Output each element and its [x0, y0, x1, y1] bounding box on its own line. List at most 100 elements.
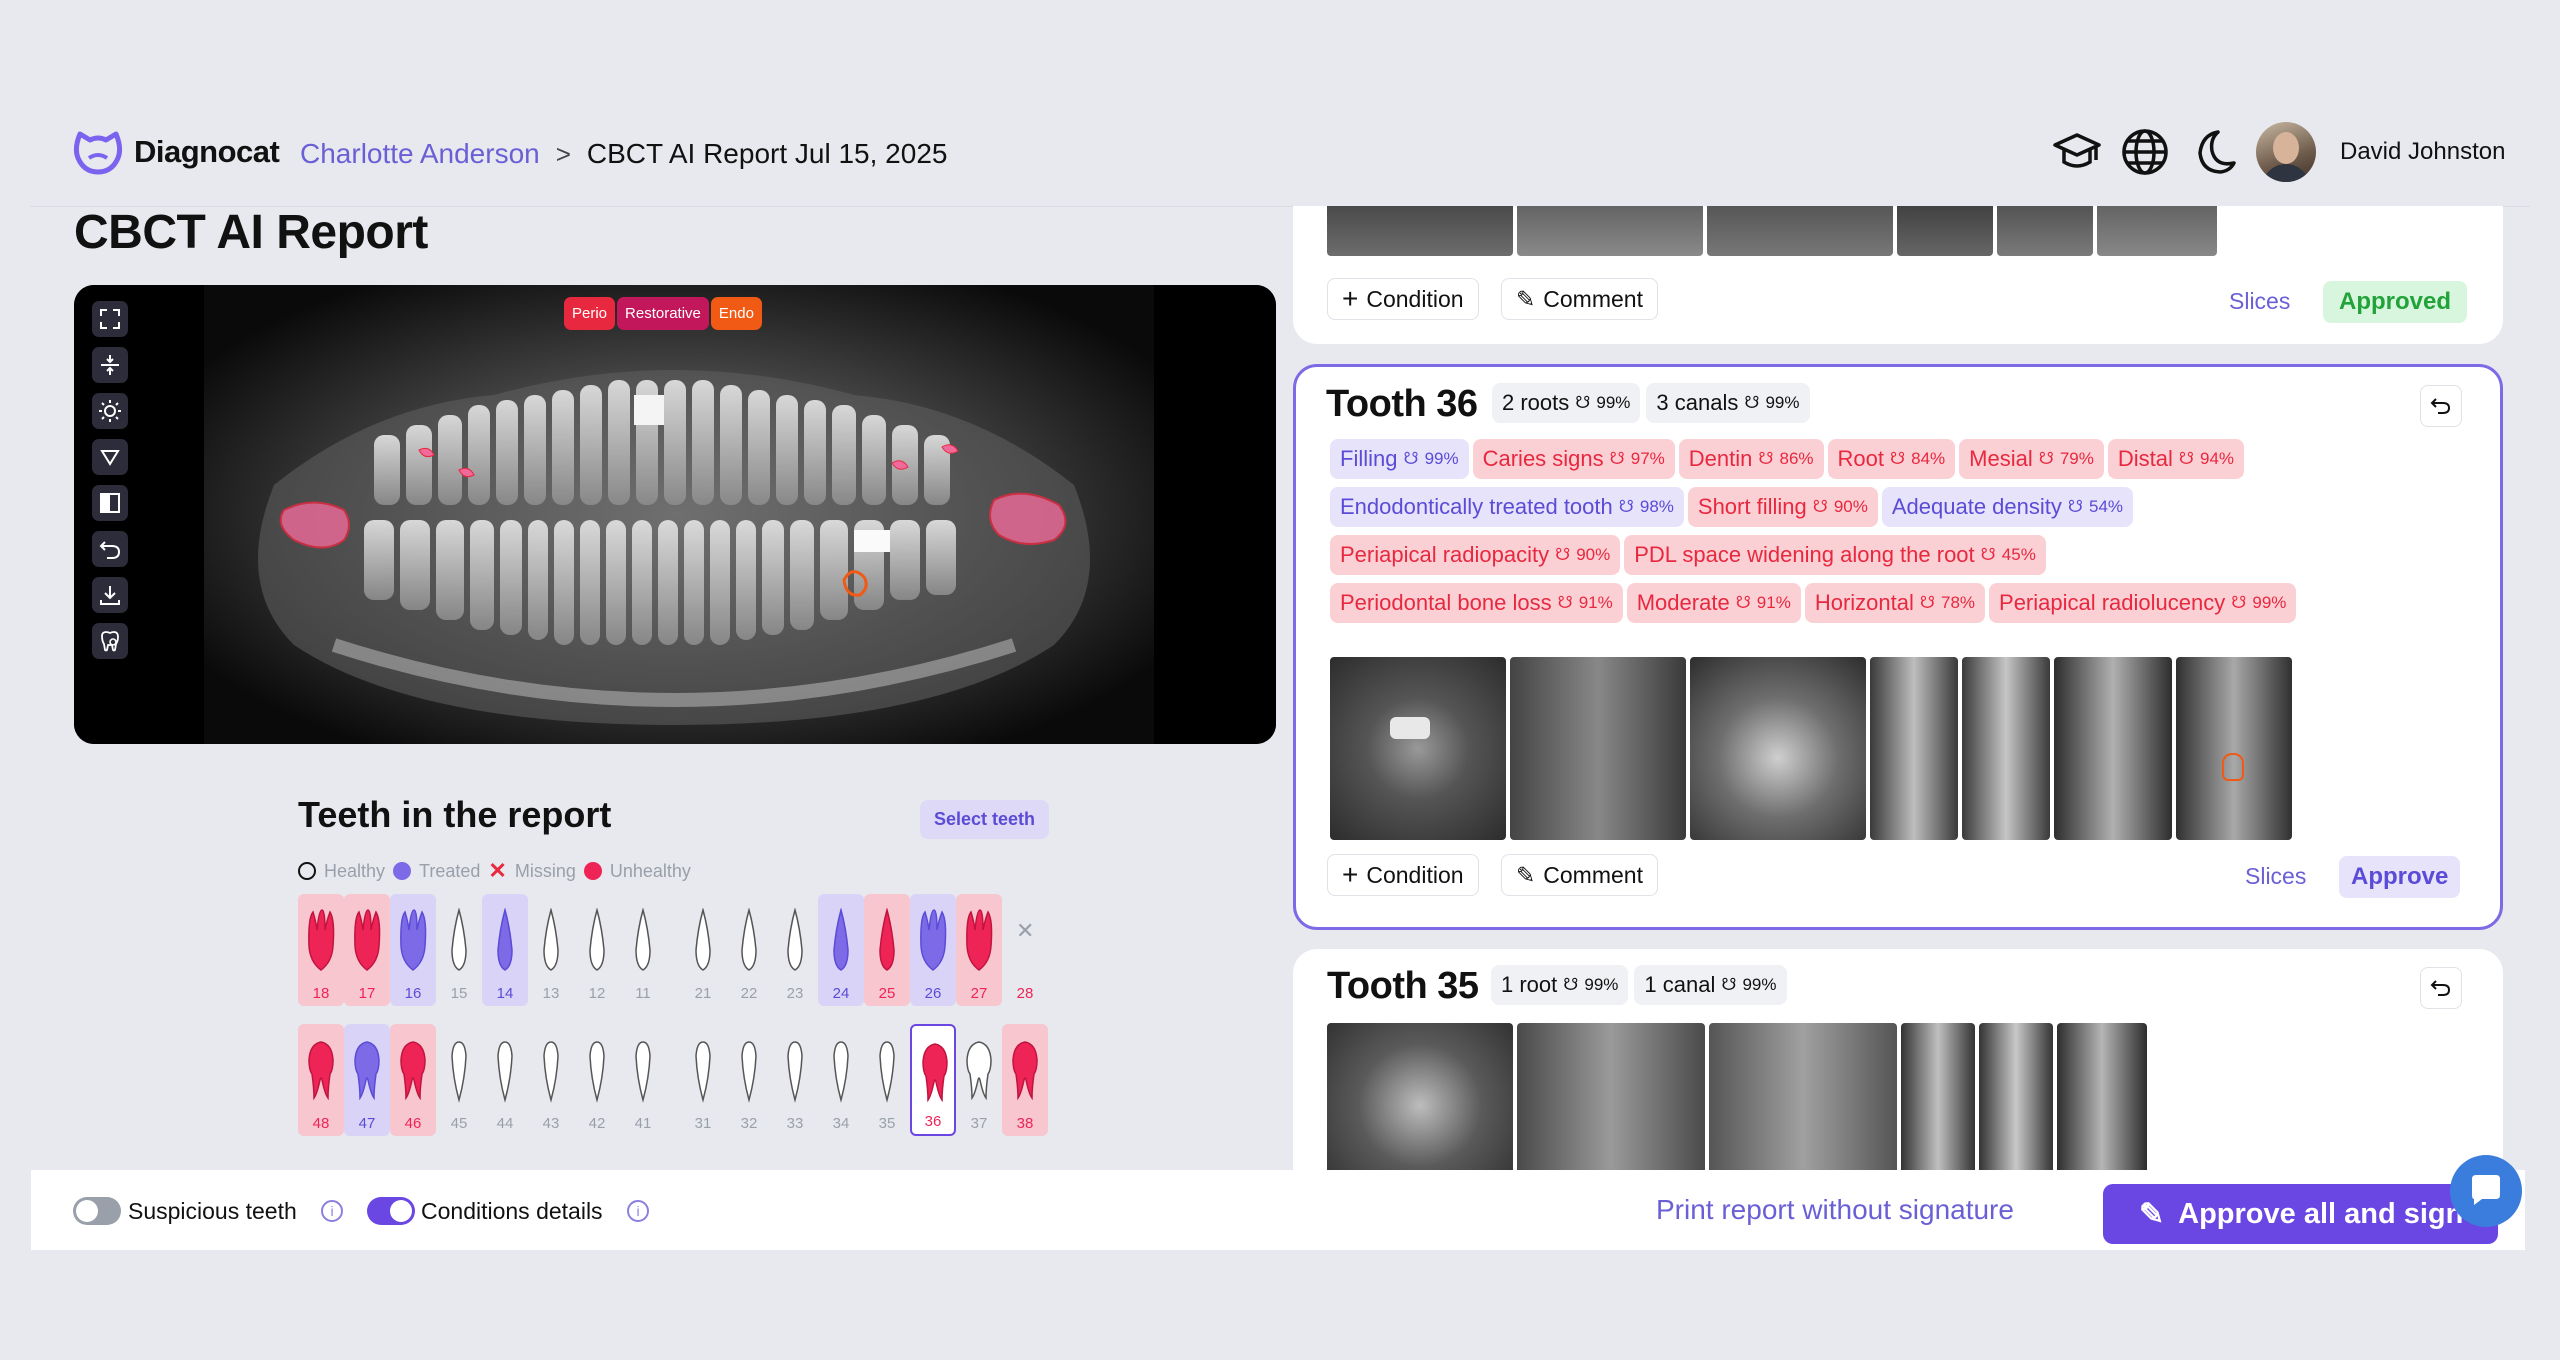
- add-comment-button[interactable]: ✎ Comment: [1501, 278, 1658, 320]
- condition-tag[interactable]: Adequate density ☋ 54%: [1881, 487, 2134, 527]
- undo-icon[interactable]: [92, 531, 128, 567]
- tooth-34[interactable]: 34: [818, 1024, 864, 1136]
- condition-tag[interactable]: Periapical radiolucency ☋ 99%: [1989, 583, 2297, 623]
- tooth-43[interactable]: 43: [528, 1024, 574, 1136]
- tooth-33[interactable]: 33: [772, 1024, 818, 1136]
- add-comment-button[interactable]: ✎ Comment: [1501, 854, 1658, 896]
- expand-icon[interactable]: [92, 301, 128, 337]
- tooth-15[interactable]: 15: [436, 894, 482, 1006]
- avatar[interactable]: [2256, 122, 2316, 182]
- slice-thumbnail[interactable]: [1897, 206, 1993, 256]
- tooth-41[interactable]: 41: [620, 1024, 666, 1136]
- condition-tag[interactable]: Short filling ☋ 90%: [1687, 487, 1878, 527]
- tooth-27[interactable]: 27: [956, 894, 1002, 1006]
- graduation-cap-icon[interactable]: [2052, 127, 2102, 177]
- tooth-search-icon[interactable]: [92, 623, 128, 659]
- condition-tag[interactable]: Dentin ☋ 86%: [1678, 439, 1824, 479]
- slice-thumbnail[interactable]: [1327, 206, 1513, 256]
- approve-all-and-sign-button[interactable]: ✎ Approve all and sign: [2103, 1184, 2498, 1244]
- tooth-48[interactable]: 48: [298, 1024, 344, 1136]
- info-icon[interactable]: i: [321, 1200, 343, 1222]
- slice-thumbnail[interactable]: [1979, 1023, 2053, 1170]
- tooth-37[interactable]: 37: [956, 1024, 1002, 1136]
- slice-thumbnail[interactable]: [1901, 1023, 1975, 1170]
- tooth-31[interactable]: 31: [680, 1024, 726, 1136]
- tooth-45[interactable]: 45: [436, 1024, 482, 1136]
- condition-tag[interactable]: Caries signs ☋ 97%: [1472, 439, 1675, 479]
- tooth-32[interactable]: 32: [726, 1024, 772, 1136]
- slice-thumbnail[interactable]: [1330, 657, 1506, 840]
- tooth-23[interactable]: 23: [772, 894, 818, 1006]
- download-icon[interactable]: [92, 577, 128, 613]
- conditions-details-toggle[interactable]: [367, 1197, 415, 1225]
- tooth-46[interactable]: 46: [390, 1024, 436, 1136]
- tooth-35[interactable]: 35: [864, 1024, 910, 1136]
- slice-thumbnail[interactable]: [1517, 1023, 1705, 1170]
- tooth-22[interactable]: 22: [726, 894, 772, 1006]
- suspicious-teeth-toggle[interactable]: [73, 1197, 121, 1225]
- tooth-47[interactable]: 47: [344, 1024, 390, 1136]
- slice-thumbnail[interactable]: [1327, 1023, 1513, 1170]
- tooth-44[interactable]: 44: [482, 1024, 528, 1136]
- condition-tag[interactable]: Periodontal bone loss ☋ 91%: [1330, 583, 1623, 623]
- info-icon[interactable]: i: [627, 1200, 649, 1222]
- undo-button[interactable]: [2420, 967, 2462, 1009]
- tag-restorative[interactable]: Restorative: [617, 297, 709, 330]
- breadcrumb-patient-link[interactable]: Charlotte Anderson: [300, 138, 540, 170]
- tooth-17[interactable]: 17: [344, 894, 390, 1006]
- slices-link[interactable]: Slices: [2245, 863, 2306, 890]
- tooth-12[interactable]: 12: [574, 894, 620, 1006]
- panoramic-xray[interactable]: Perio Restorative Endo: [74, 285, 1276, 744]
- tooth-28[interactable]: ✕ 28: [1002, 894, 1048, 1006]
- moon-icon[interactable]: [2188, 127, 2238, 177]
- triangle-down-icon[interactable]: [92, 439, 128, 475]
- condition-tag[interactable]: Endodontically treated tooth ☋ 98%: [1330, 487, 1684, 527]
- condition-tag[interactable]: Periapical radiopacity ☋ 90%: [1330, 535, 1621, 575]
- user-name[interactable]: David Johnston: [2340, 138, 2505, 166]
- slice-thumbnail[interactable]: [1962, 657, 2050, 840]
- tooth-18[interactable]: 18: [298, 894, 344, 1006]
- approve-button[interactable]: Approve: [2339, 856, 2461, 898]
- condition-tag[interactable]: Root ☋ 84%: [1827, 439, 1956, 479]
- tooth-42[interactable]: 42: [574, 1024, 620, 1136]
- condition-tag[interactable]: Horizontal ☋ 78%: [1804, 583, 1986, 623]
- tooth-21[interactable]: 21: [680, 894, 726, 1006]
- slice-thumbnail[interactable]: [1870, 657, 1958, 840]
- slice-thumbnail[interactable]: [2057, 1023, 2147, 1170]
- slice-thumbnail[interactable]: [2097, 206, 2217, 256]
- tag-endo[interactable]: Endo: [710, 297, 762, 330]
- condition-tag[interactable]: Distal ☋ 94%: [2107, 439, 2245, 479]
- split-vertical-icon[interactable]: [92, 347, 128, 383]
- slice-thumbnail[interactable]: [2176, 657, 2292, 840]
- chat-support-button[interactable]: [2450, 1155, 2522, 1227]
- tooth-cards-list[interactable]: + Condition ✎ Comment Slices Approved Toot…: [1293, 206, 2503, 1170]
- tooth-24[interactable]: 24: [818, 894, 864, 1006]
- condition-tag[interactable]: PDL space widening along the root ☋ 45%: [1624, 535, 2046, 575]
- tooth-11[interactable]: 11: [620, 894, 666, 1006]
- brightness-icon[interactable]: [92, 393, 128, 429]
- tooth-36[interactable]: 36: [910, 1024, 956, 1136]
- slice-thumbnail[interactable]: [1997, 206, 2093, 256]
- slice-thumbnail[interactable]: [1709, 1023, 1897, 1170]
- logo[interactable]: Diagnocat: [72, 128, 280, 176]
- slice-thumbnail[interactable]: [1707, 206, 1893, 256]
- tooth-25[interactable]: 25: [864, 894, 910, 1006]
- add-condition-button[interactable]: + Condition: [1327, 278, 1479, 320]
- slice-thumbnail[interactable]: [1510, 657, 1686, 840]
- condition-tag[interactable]: Moderate ☋ 91%: [1626, 583, 1801, 623]
- slice-thumbnail[interactable]: [1690, 657, 1866, 840]
- tooth-16[interactable]: 16: [390, 894, 436, 1006]
- select-teeth-button[interactable]: Select teeth: [920, 800, 1050, 839]
- condition-tag[interactable]: Mesial ☋ 79%: [1959, 439, 2104, 479]
- slices-link[interactable]: Slices: [2229, 288, 2290, 315]
- add-condition-button[interactable]: + Condition: [1327, 854, 1479, 896]
- tooth-13[interactable]: 13: [528, 894, 574, 1006]
- contrast-icon[interactable]: [92, 485, 128, 521]
- slice-thumbnail[interactable]: [2054, 657, 2172, 840]
- tag-perio[interactable]: Perio: [564, 297, 616, 330]
- tooth-38[interactable]: 38: [1002, 1024, 1048, 1136]
- globe-icon[interactable]: [2120, 127, 2170, 177]
- undo-button[interactable]: [2420, 385, 2462, 427]
- tooth-14[interactable]: 14: [482, 894, 528, 1006]
- print-without-signature-link[interactable]: Print report without signature: [1656, 1194, 2014, 1226]
